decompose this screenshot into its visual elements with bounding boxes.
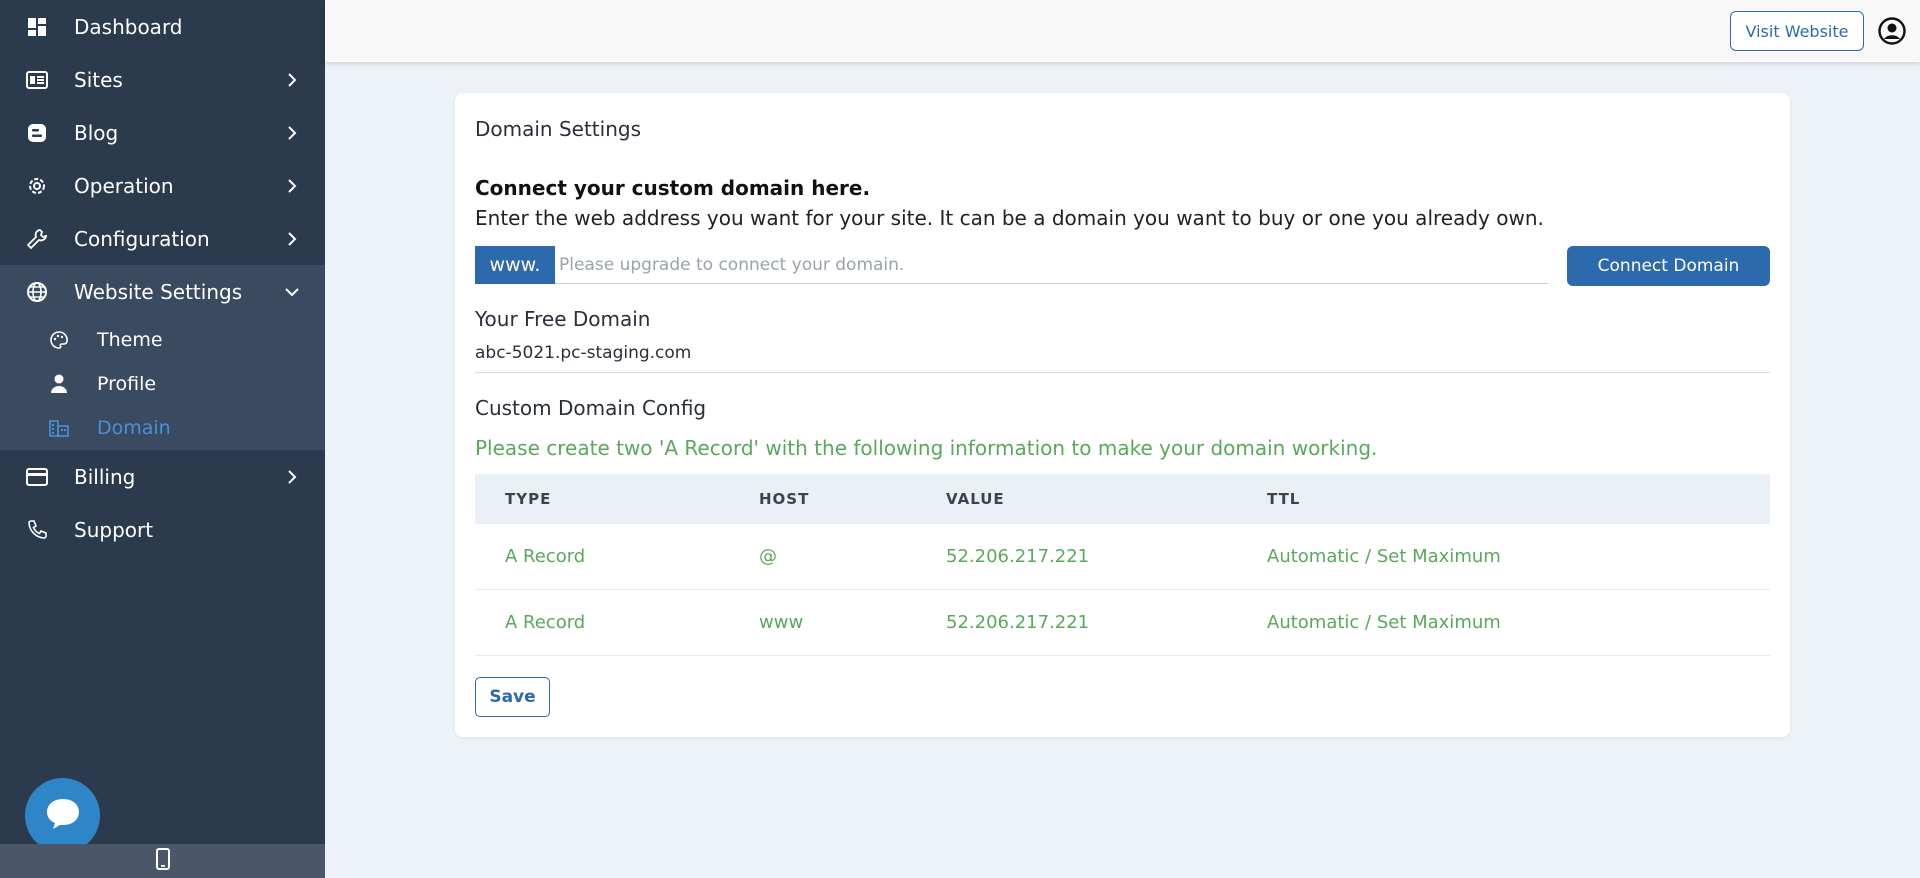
sidebar-item-label: Dashboard: [74, 14, 183, 39]
sidebar-subitem-label: Theme: [97, 329, 163, 351]
sidebar-item-support[interactable]: Support: [0, 503, 325, 556]
sidebar-subitem-profile[interactable]: Profile: [0, 362, 325, 406]
sidebar-subitem-theme[interactable]: Theme: [0, 318, 325, 362]
sidebar-item-dashboard[interactable]: Dashboard: [0, 0, 325, 53]
chevron-right-icon: [285, 178, 299, 193]
custom-domain-note: Please create two 'A Record' with the fo…: [475, 436, 1378, 460]
mobile-phone-icon: [155, 848, 170, 874]
sidebar-item-label: Blog: [74, 120, 119, 145]
cell-value: 52.206.217.221: [946, 612, 1090, 633]
chevron-down-icon: [285, 285, 299, 299]
column-header-type: TYPE: [505, 490, 552, 508]
palette-icon: [49, 330, 69, 350]
sidebar-item-label: Operation: [74, 173, 174, 198]
chat-button[interactable]: [25, 778, 100, 853]
cell-ttl: Automatic / Set Maximum: [1267, 612, 1501, 633]
mobile-view-toggle[interactable]: [0, 844, 325, 878]
sites-icon: [25, 68, 49, 92]
chevron-right-icon: [285, 231, 299, 246]
sidebar-item-label: Website Settings: [74, 279, 243, 304]
table-row: A Record www 52.206.217.221 Automatic / …: [475, 590, 1770, 656]
sidebar-item-label: Sites: [74, 67, 123, 92]
dns-records-table: TYPE HOST VALUE TTL A Record @ 52.206.21…: [475, 474, 1770, 656]
sidebar-subitem-label: Domain: [97, 417, 171, 439]
divider: [475, 372, 1770, 373]
domain-settings-card: Domain Settings Connect your custom doma…: [455, 93, 1790, 737]
cell-host: @: [759, 546, 777, 567]
save-button[interactable]: Save: [475, 677, 550, 717]
cell-type: A Record: [505, 612, 586, 633]
chevron-right-icon: [285, 469, 299, 484]
free-domain-heading: Your Free Domain: [475, 307, 651, 331]
website-settings-group: Website Settings Theme Profile Domain: [0, 265, 325, 450]
blog-icon: [25, 121, 49, 145]
connect-heading: Connect your custom domain here.: [475, 176, 871, 200]
wrench-icon: [25, 227, 49, 251]
globe-icon: [25, 280, 49, 304]
sidebar: Dashboard Sites Blog Operation Configura…: [0, 0, 325, 878]
table-header: TYPE HOST VALUE TTL: [475, 474, 1770, 524]
phone-icon: [25, 518, 49, 542]
connect-description: Enter the web address you want for your …: [475, 206, 1544, 230]
sidebar-item-blog[interactable]: Blog: [0, 106, 325, 159]
column-header-host: HOST: [759, 490, 810, 508]
sidebar-item-website-settings[interactable]: Website Settings: [0, 265, 325, 318]
cell-value: 52.206.217.221: [946, 546, 1090, 567]
custom-domain-input[interactable]: [555, 246, 1548, 284]
sidebar-item-label: Billing: [74, 464, 136, 489]
account-icon[interactable]: [1878, 17, 1906, 45]
connect-domain-button[interactable]: Connect Domain: [1567, 246, 1770, 286]
gear-icon: [25, 174, 49, 198]
sidebar-item-sites[interactable]: Sites: [0, 53, 325, 106]
cell-host: www: [759, 612, 804, 633]
visit-website-button[interactable]: Visit Website: [1730, 11, 1864, 51]
chevron-right-icon: [285, 72, 299, 87]
sidebar-subitem-domain[interactable]: Domain: [0, 406, 325, 450]
chevron-right-icon: [285, 125, 299, 140]
card-title: Domain Settings: [475, 117, 641, 141]
dashboard-icon: [25, 15, 49, 39]
sidebar-item-billing[interactable]: Billing: [0, 450, 325, 503]
chat-bubble-icon: [44, 796, 82, 836]
sidebar-item-label: Configuration: [74, 226, 210, 251]
table-row: A Record @ 52.206.217.221 Automatic / Se…: [475, 524, 1770, 590]
sidebar-item-label: Support: [74, 517, 154, 542]
custom-domain-heading: Custom Domain Config: [475, 396, 707, 420]
cell-type: A Record: [505, 546, 586, 567]
column-header-value: VALUE: [946, 490, 1005, 508]
column-header-ttl: TTL: [1267, 490, 1301, 508]
user-icon: [49, 374, 69, 394]
free-domain-value: abc-5021.pc-staging.com: [475, 343, 692, 363]
credit-card-icon: [25, 465, 49, 489]
building-icon: [49, 418, 69, 438]
sidebar-item-operation[interactable]: Operation: [0, 159, 325, 212]
top-bar: Visit Website: [325, 0, 1920, 62]
sidebar-item-configuration[interactable]: Configuration: [0, 212, 325, 265]
sidebar-subitem-label: Profile: [97, 373, 157, 395]
cell-ttl: Automatic / Set Maximum: [1267, 546, 1501, 567]
www-prefix: www.: [475, 246, 555, 284]
